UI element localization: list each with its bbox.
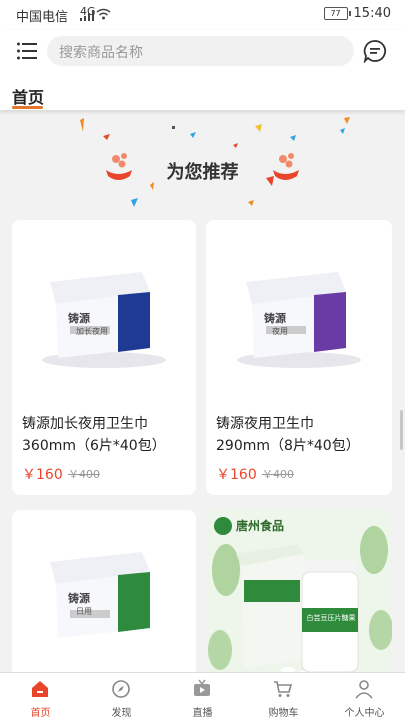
tab-underline [12, 106, 43, 109]
brand-logo-icon [214, 517, 232, 535]
pack-accent [314, 292, 346, 352]
clock: 15:40 [353, 6, 391, 21]
product-image [237, 272, 361, 368]
user-icon [355, 680, 373, 699]
home-icon [32, 681, 48, 697]
product-price: ￥160 [22, 467, 63, 483]
cart-icon [274, 681, 293, 697]
tab-home-nav[interactable]: 首页 [0, 673, 81, 721]
pack-brand: 铸源 [68, 592, 90, 605]
product-old-price: ￥400 [262, 468, 294, 481]
menu-icon[interactable] [17, 42, 37, 60]
status-bar: 中国电信 4G 77 15:40 [0, 0, 405, 30]
section-title: 为您推荐 [166, 162, 239, 183]
product-old-price: ￥400 [68, 468, 100, 481]
tv-icon [194, 679, 210, 696]
tab-profile[interactable]: 个人中心 [324, 673, 405, 721]
search-input[interactable]: 搜索商品名称 [47, 36, 354, 66]
product-image [208, 517, 392, 678]
pack-label: 日用 [76, 607, 92, 616]
bottom-tab-bar: 首页 发现 直播 购物车 个人中心 [0, 672, 405, 721]
product-price: ￥160 [216, 467, 257, 483]
product-card[interactable]: 铸源 夜用 铸源夜用卫生巾 290mm（8片*40包） ￥160 ￥400 [206, 220, 392, 495]
battery-icon: 77 [323, 7, 351, 20]
product-card[interactable]: 铸源 加长夜用 铸源加长夜用卫生巾 360mm（6片*40包） ￥160 ￥40… [12, 220, 196, 495]
pack-label: 加长夜用 [76, 327, 108, 336]
tab-discover[interactable]: 发现 [81, 673, 162, 721]
tab-live[interactable]: 直播 [162, 673, 243, 721]
search-placeholder: 搜索商品名称 [59, 45, 143, 61]
pack-accent [118, 572, 150, 632]
compass-icon [112, 680, 130, 698]
product-image [42, 272, 166, 368]
pack-brand: 铸源 [264, 312, 286, 325]
bottle-label: 白芸豆压片糖果 [306, 614, 356, 622]
pack-brand: 铸源 [68, 312, 90, 325]
tab-home[interactable]: 首页 [12, 84, 44, 108]
recommend-banner: 为您推荐 [0, 112, 405, 212]
product-card[interactable]: 唐州食品 白芸豆压片糖果 [206, 510, 392, 685]
tab-cart[interactable]: 购物车 [243, 673, 324, 721]
product-image [50, 552, 150, 638]
wifi-icon [96, 8, 111, 20]
product-name: 铸源加长夜用卫生巾 360mm（6片*40包） [22, 416, 166, 454]
scrollbar[interactable] [400, 410, 403, 450]
brand-logo-text: 唐州食品 [236, 519, 285, 533]
pack-label: 夜用 [272, 327, 288, 336]
pack-accent [118, 292, 150, 352]
header: 搜索商品名称 首页 [0, 30, 405, 110]
signal-icon [80, 10, 94, 21]
message-icon[interactable] [363, 39, 387, 63]
product-card[interactable]: 铸源 日用 [12, 510, 196, 685]
product-name: 铸源夜用卫生巾 290mm（8片*40包） [216, 416, 360, 454]
carrier-label: 中国电信 [16, 10, 69, 25]
